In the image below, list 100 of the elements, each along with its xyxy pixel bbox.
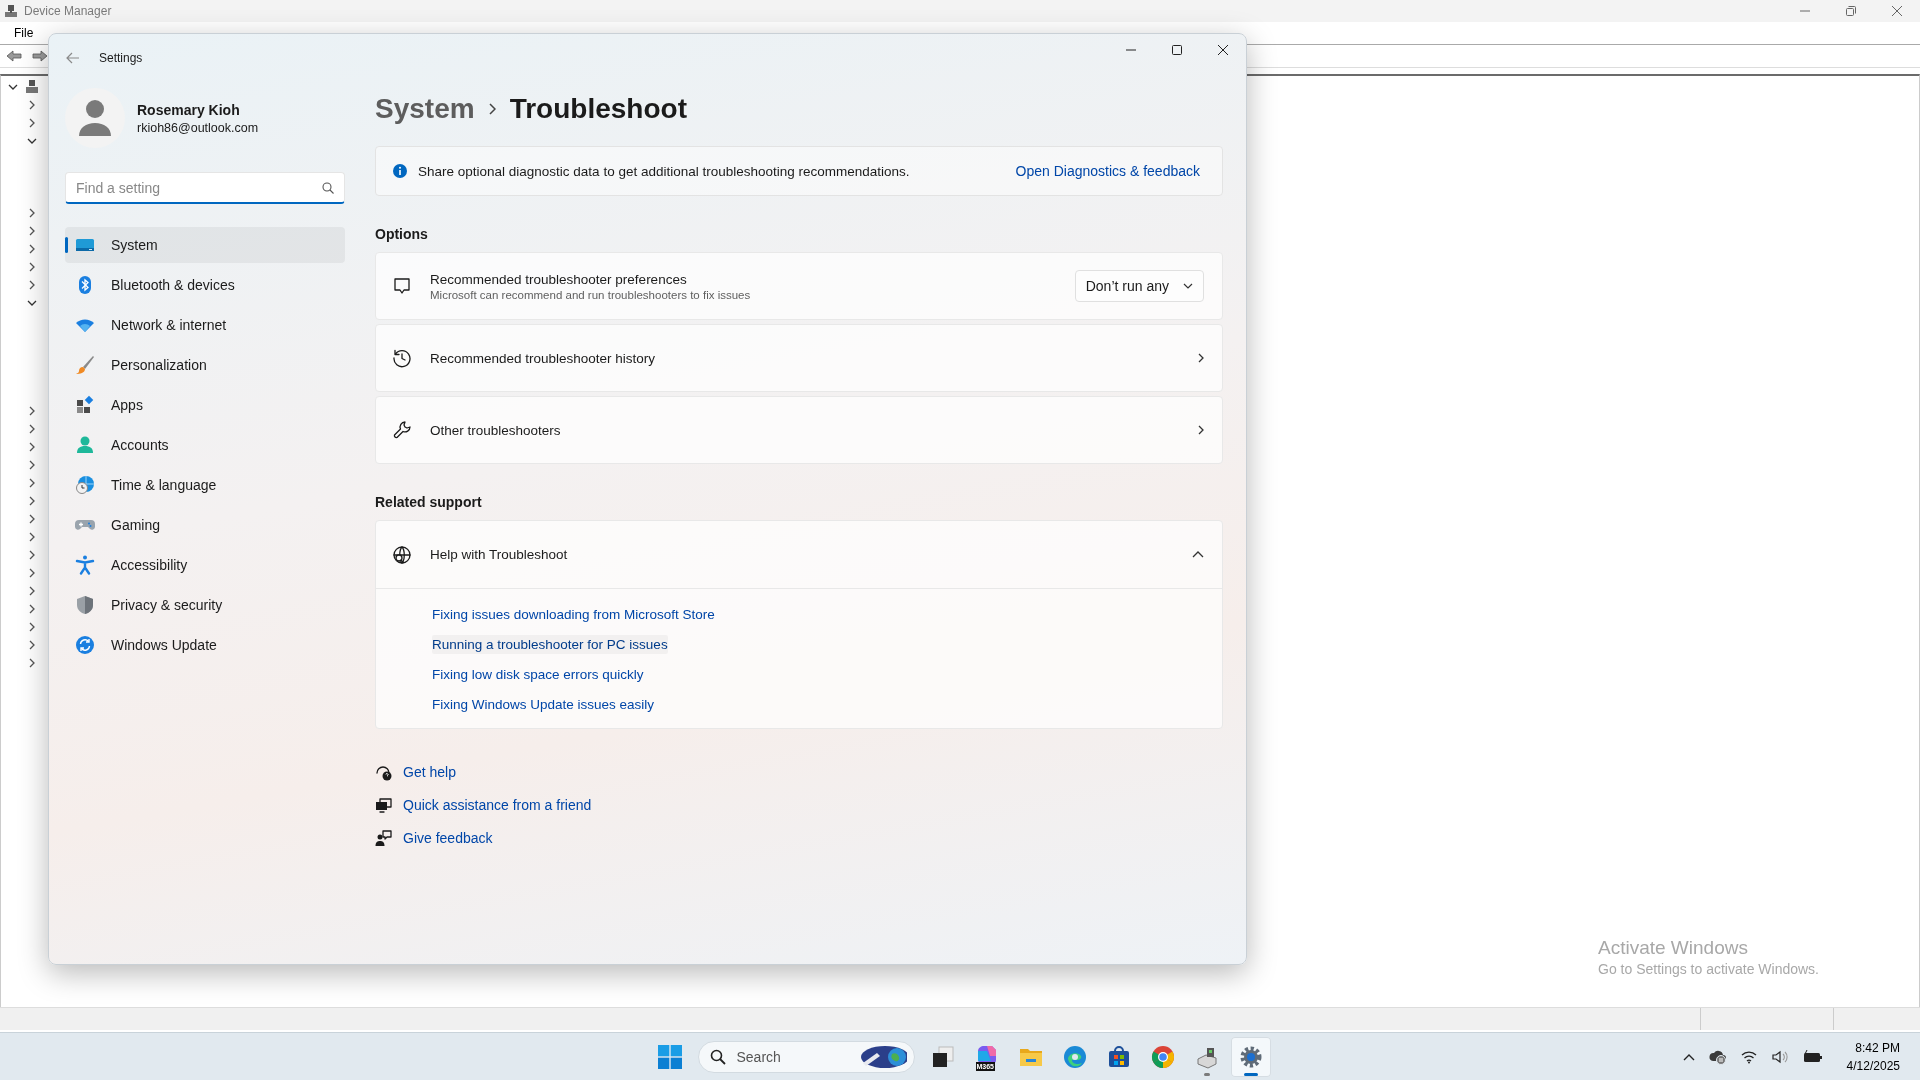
help-link[interactable]: Get help [403,764,456,780]
clock[interactable]: 8:42 PM 4/12/2025 [1846,1038,1900,1075]
nav-item[interactable]: Network & internet [65,307,345,343]
close-icon [1892,6,1902,16]
diagnostics-link[interactable]: Open Diagnostics & feedback [1015,163,1200,179]
help-link[interactable]: Fixing low disk space errors quickly [432,665,644,684]
computer-icon [26,80,38,94]
tree-expander[interactable] [27,604,37,614]
tree-expander[interactable] [27,424,37,434]
tree-expander[interactable] [27,118,37,128]
chevron-down-icon [8,82,18,92]
nav-item[interactable]: Privacy & security [65,587,345,623]
back-button[interactable] [4,47,24,65]
section-heading: Related support [375,494,483,510]
nav-item[interactable]: Windows Update [65,627,345,663]
nav-item[interactable]: Accessibility [65,547,345,583]
wrench-icon [392,420,412,440]
circle-logo-icon [1150,1044,1175,1069]
nav-item[interactable]: Accounts [65,427,345,463]
battery-icon [1802,1049,1823,1064]
tree-expander[interactable] [27,100,37,110]
tree-expander[interactable] [27,568,37,578]
chevron-down-icon [27,136,37,146]
card-title: Other troubleshooters [430,422,561,438]
forward-button[interactable] [30,47,50,65]
close-icon [1218,45,1228,55]
selection-indicator [65,237,68,253]
help-link[interactable]: Fixing Windows Update issues easily [432,695,655,714]
tree-expander[interactable] [27,406,37,416]
battery-button[interactable] [1802,1049,1823,1064]
settings-card[interactable]: Other troubleshooters [375,396,1223,464]
help-link[interactable]: Running a troubleshooter for PC issues [432,635,668,654]
nav-item[interactable]: System [65,227,345,263]
tree-expander[interactable] [27,136,37,146]
tray-overflow-button[interactable] [1682,1052,1695,1061]
tree-expander[interactable] [27,442,37,452]
chevron-right-icon [1198,425,1204,435]
tree-expander[interactable] [27,658,37,668]
activation-title: Activate Windows [1598,937,1749,959]
dropdown[interactable]: Don’t run any [1074,270,1204,302]
settings-card[interactable]: Recommended troubleshooter history [375,324,1223,392]
nav-item[interactable]: Gaming [65,507,345,543]
tree-expander[interactable] [27,298,37,308]
nav-item[interactable]: Apps [65,387,345,423]
chevron-up-icon [1192,551,1204,558]
tree-expander[interactable] [27,532,37,542]
tree-expander[interactable] [27,244,37,254]
person-icon [75,435,95,455]
section-heading: Options [375,226,429,242]
card-title: Recommended troubleshooter history [430,350,656,366]
person-silhouette-icon [78,98,112,138]
tree-expander[interactable] [27,226,37,236]
cloud-icon [1708,1048,1727,1065]
card-description: Microsoft can recommend and run troubleshooters to fix issues [430,288,751,301]
tree-expander[interactable] [27,208,37,218]
tree-expander[interactable] [27,622,37,632]
swirl-icon [1062,1044,1087,1069]
expander-title: Help with Troubleshoot [430,547,568,562]
nav-item[interactable]: Personalization [65,347,345,383]
tray-button[interactable] [1708,1048,1727,1065]
help-link[interactable]: Quick assistance from a friend [403,797,592,813]
apps-icon [75,395,95,415]
history-icon [392,348,412,368]
start-icon [657,1044,682,1069]
card-title: Recommended troubleshooter preferences [430,271,688,287]
chevron-right-icon [488,103,496,115]
refresh-icon [75,635,95,655]
search-field[interactable]: Find a setting [65,172,345,204]
tree-expander[interactable] [27,460,37,470]
menu-item[interactable]: File [10,26,38,40]
shopping-bag-icon [1106,1044,1131,1069]
breadcrumb-link[interactable]: System [375,93,475,125]
globe-search-icon [392,544,412,565]
tree-expander[interactable] [8,82,18,92]
nav-item[interactable]: Bluetooth & devices [65,267,345,303]
tree-expander[interactable] [27,262,37,272]
tree-expander[interactable] [27,586,37,596]
volume-button[interactable] [1770,1049,1789,1064]
back-arrow-icon [66,52,80,64]
shield-icon [75,595,95,615]
maximize-icon [1172,45,1182,55]
tree-expander[interactable] [27,514,37,524]
expander-header[interactable]: Help with Troubleshoot [376,521,1222,589]
tree-expander[interactable] [27,550,37,560]
help-link[interactable]: Give feedback [403,830,493,846]
speaker-icon [1770,1049,1789,1064]
network-button[interactable] [1740,1049,1757,1064]
tree-expander[interactable] [27,640,37,650]
restore-icon [1846,6,1856,16]
back-arrow-icon [6,50,22,62]
info-text: Share optional diagnostic data to get additional troubleshooting recommendations. [418,163,910,179]
speech-bubble-icon [392,276,412,296]
tree-expander[interactable] [27,478,37,488]
tree-expander[interactable] [27,280,37,290]
page-title: Troubleshoot [509,93,687,125]
clock-date: 4/12/2025 [1846,1057,1900,1075]
chevron-up-icon [1682,1052,1695,1061]
tree-expander[interactable] [27,496,37,506]
nav-item[interactable]: Time & language [65,467,345,503]
help-link[interactable]: Fixing issues downloading from Microsoft Store [432,605,715,624]
